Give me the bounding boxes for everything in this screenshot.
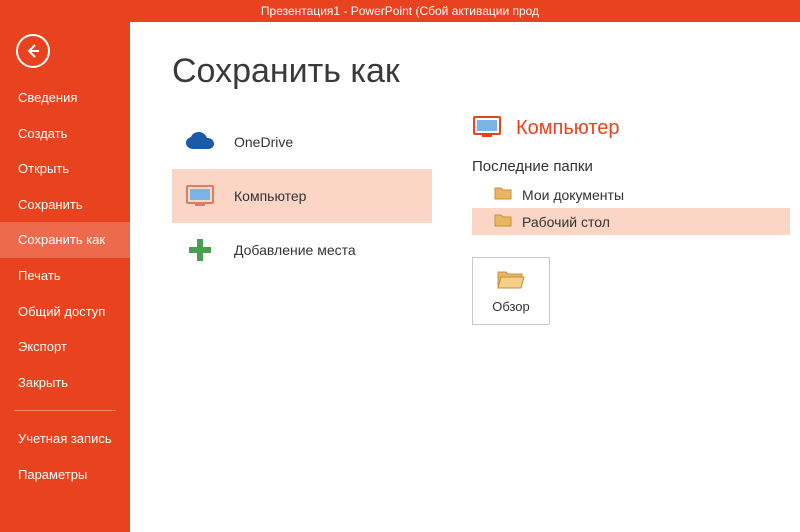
nav-account[interactable]: Учетная запись [0, 421, 130, 457]
nav-options[interactable]: Параметры [0, 457, 130, 493]
nav-open[interactable]: Открыть [0, 151, 130, 187]
content-pane: Сохранить как OneDrive Компьютер [130, 22, 800, 532]
nav-share[interactable]: Общий доступ [0, 294, 130, 330]
main-layout: Сведения Создать Открыть Сохранить Сохра… [0, 22, 800, 532]
location-label: Добавление места [234, 242, 356, 258]
location-add-place[interactable]: Добавление места [172, 223, 432, 277]
location-computer[interactable]: Компьютер [172, 169, 432, 223]
page-title: Сохранить как [172, 52, 800, 91]
cloud-icon [184, 129, 216, 155]
plus-icon [184, 237, 216, 263]
locations-list: OneDrive Компьютер Добавление места [172, 115, 432, 325]
detail-pane: Компьютер Последние папки Мои документы … [472, 115, 800, 325]
nav-close[interactable]: Закрыть [0, 365, 130, 401]
folder-icon [494, 213, 512, 230]
browse-label: Обзор [492, 299, 530, 314]
computer-icon [472, 115, 502, 142]
recent-folder-desktop[interactable]: Рабочий стол [472, 208, 790, 235]
backstage-sidebar: Сведения Создать Открыть Сохранить Сохра… [0, 22, 130, 532]
recent-folder-documents[interactable]: Мои документы [472, 181, 790, 208]
nav-divider [14, 410, 116, 411]
detail-header: Компьютер [472, 115, 790, 142]
columns: OneDrive Компьютер Добавление места [172, 115, 800, 325]
arrow-left-icon [25, 43, 41, 59]
folder-icon [494, 186, 512, 203]
nav-new[interactable]: Создать [0, 116, 130, 152]
nav-save-as[interactable]: Сохранить как [0, 222, 130, 258]
recent-folders-label: Последние папки [472, 158, 790, 175]
location-label: OneDrive [234, 134, 293, 150]
detail-title: Компьютер [516, 117, 620, 140]
open-folder-icon [496, 268, 526, 293]
browse-button[interactable]: Обзор [472, 257, 550, 325]
computer-icon [184, 183, 216, 209]
nav-export[interactable]: Экспорт [0, 329, 130, 365]
location-onedrive[interactable]: OneDrive [172, 115, 432, 169]
nav-print[interactable]: Печать [0, 258, 130, 294]
nav-save[interactable]: Сохранить [0, 187, 130, 223]
back-button[interactable] [16, 34, 50, 68]
nav-info[interactable]: Сведения [0, 80, 130, 116]
recent-folder-label: Мои документы [522, 187, 624, 203]
recent-folder-label: Рабочий стол [522, 214, 610, 230]
title-bar: Презентация1 - PowerPoint (Сбой активаци… [0, 0, 800, 22]
location-label: Компьютер [234, 188, 306, 204]
